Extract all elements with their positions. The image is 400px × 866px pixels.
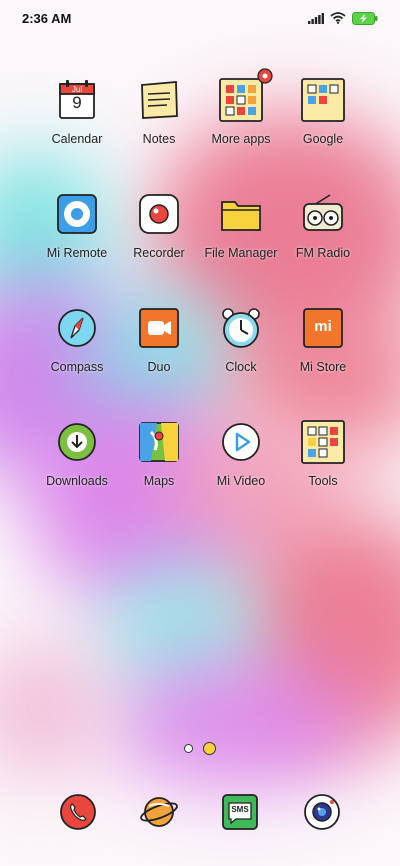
page-indicator (0, 742, 400, 755)
recorder-icon (135, 190, 183, 238)
notification-badge (257, 68, 273, 84)
phone-icon (60, 794, 96, 830)
dock-messaging[interactable]: SMS (220, 792, 260, 832)
mi-store-icon: mi (299, 304, 347, 352)
app-label: Clock (225, 360, 257, 374)
page-dot-active[interactable] (203, 742, 216, 755)
notes-icon (135, 76, 183, 124)
battery-charging-icon (352, 11, 378, 25)
app-label: Downloads (46, 474, 108, 488)
app-notes[interactable]: Notes (114, 76, 204, 176)
mi-remote-icon (53, 190, 101, 238)
app-label: Calendar (51, 132, 103, 146)
dock-browser[interactable] (139, 792, 179, 832)
dock-phone[interactable] (58, 792, 98, 832)
status-time: 2:36 AM (22, 10, 72, 26)
signal-icon (308, 12, 324, 24)
app-recorder[interactable]: Recorder (114, 190, 204, 290)
app-label: Mi Store (299, 360, 347, 374)
app-label: Google (302, 132, 344, 146)
maps-icon (135, 418, 183, 466)
page-dot[interactable] (184, 744, 193, 753)
app-label: Duo (147, 360, 171, 374)
file-manager-icon (217, 190, 265, 238)
app-label: Compass (50, 360, 104, 374)
more-apps-folder-icon (217, 68, 273, 124)
app-mi-store[interactable]: mi Mi Store (278, 304, 368, 404)
app-mi-video[interactable]: Mi Video (196, 418, 286, 518)
app-label: Mi Video (216, 474, 266, 488)
app-compass[interactable]: Compass (32, 304, 122, 404)
google-folder-icon (299, 76, 347, 124)
app-downloads[interactable]: Downloads (32, 418, 122, 518)
folder-tools[interactable]: Tools (278, 418, 368, 518)
app-label: Recorder (133, 246, 185, 260)
app-calendar[interactable]: Jul 9 Calendar (32, 76, 122, 176)
app-label: Maps (143, 474, 175, 488)
folder-google[interactable]: Google (278, 76, 368, 176)
app-label: Tools (308, 474, 338, 488)
sms-text: SMS (231, 805, 249, 814)
app-label: Notes (142, 132, 176, 146)
app-file-manager[interactable]: File Manager (196, 190, 286, 290)
calendar-icon: Jul 9 (53, 76, 101, 124)
fm-radio-icon (299, 190, 347, 238)
duo-icon (135, 304, 183, 352)
app-label: More apps (211, 132, 271, 146)
status-bar: 2:36 AM (0, 0, 400, 36)
downloads-icon (53, 418, 101, 466)
app-label: Mi Remote (46, 246, 108, 260)
camera-icon (304, 794, 340, 830)
calendar-day: 9 (72, 93, 82, 112)
browser-icon (140, 797, 178, 827)
tools-folder-icon (299, 418, 347, 466)
app-maps[interactable]: Maps (114, 418, 204, 518)
app-mi-remote[interactable]: Mi Remote (32, 190, 122, 290)
mi-logo-text: mi (314, 318, 332, 335)
dock-camera[interactable] (302, 792, 342, 832)
app-label: FM Radio (295, 246, 351, 260)
app-label: File Manager (204, 246, 278, 260)
wifi-icon (330, 12, 346, 24)
app-clock[interactable]: Clock (196, 304, 286, 404)
app-duo[interactable]: Duo (114, 304, 204, 404)
compass-icon (53, 304, 101, 352)
app-fm-radio[interactable]: FM Radio (278, 190, 368, 290)
mi-video-icon (217, 418, 265, 466)
status-icons (308, 11, 378, 25)
folder-more-apps[interactable]: More apps (196, 68, 286, 176)
clock-icon (217, 304, 265, 352)
